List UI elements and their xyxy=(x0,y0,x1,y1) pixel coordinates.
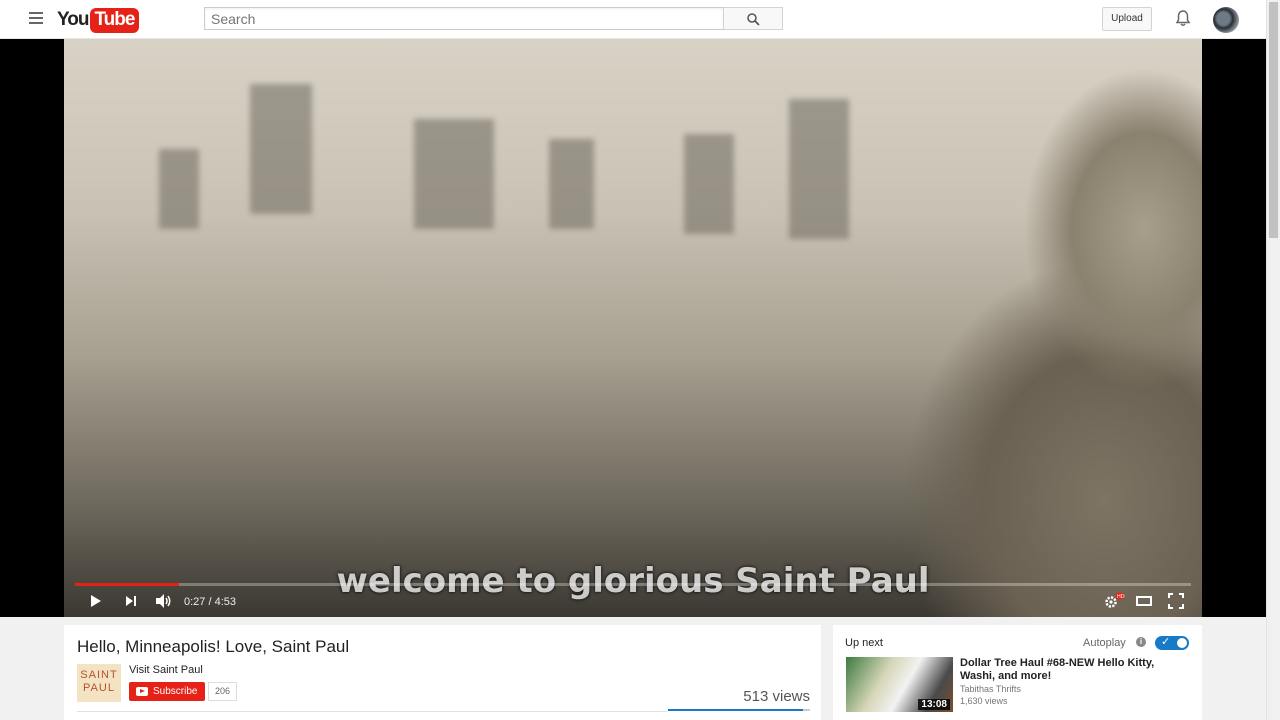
logo-tube: Tube xyxy=(90,7,140,33)
notifications-bell-icon[interactable] xyxy=(1175,10,1191,32)
upload-button[interactable]: Upload xyxy=(1102,7,1152,31)
video-subtitle: welcome to glorious Saint Paul xyxy=(336,561,930,601)
play-button[interactable] xyxy=(89,593,103,614)
video-duration: 13:08 xyxy=(918,699,950,710)
toggle-knob xyxy=(1176,637,1188,649)
up-next-label: Up next xyxy=(845,637,883,649)
channel-name-link[interactable]: Visit Saint Paul xyxy=(129,664,203,676)
autoplay-toggle[interactable]: ✓ xyxy=(1155,636,1189,650)
masthead: You Tube Upload xyxy=(0,0,1280,39)
volume-icon xyxy=(156,594,171,608)
skip-next-icon xyxy=(126,596,136,606)
video-info-panel: Hello, Minneapolis! Love, Saint Paul SAI… xyxy=(64,625,821,720)
video-player[interactable]: welcome to glorious Saint Paul 0:27 / 4:… xyxy=(0,39,1266,617)
play-icon xyxy=(91,595,101,607)
autoplay-label: Autoplay xyxy=(1083,637,1126,649)
fullscreen-icon xyxy=(1168,593,1184,609)
fullscreen-button[interactable] xyxy=(1168,593,1184,614)
watch-sidebar: Up next Autoplay i ✓ 13:08 Dollar Tree H… xyxy=(833,625,1202,720)
settings-button[interactable]: HD xyxy=(1103,593,1125,614)
theater-mode-button[interactable] xyxy=(1136,593,1152,614)
time-display: 0:27 / 4:53 xyxy=(184,596,236,608)
subscribe-label: Subscribe xyxy=(153,686,198,697)
page-scrollbar[interactable] xyxy=(1266,0,1280,720)
theater-mode-icon xyxy=(1136,596,1152,606)
channel-logo[interactable]: SAINT PAUL xyxy=(77,664,121,702)
scrollbar-thumb[interactable] xyxy=(1269,2,1278,238)
youtube-play-icon xyxy=(136,687,148,696)
volume-button[interactable] xyxy=(155,593,173,614)
divider xyxy=(77,711,667,712)
logo-you: You xyxy=(57,9,90,30)
gear-hd-icon: HD xyxy=(1105,593,1125,608)
svg-text:HD: HD xyxy=(1117,594,1125,600)
like-ratio-bar xyxy=(668,709,810,711)
next-button[interactable] xyxy=(124,593,138,614)
next-video-thumbnail[interactable]: 13:08 xyxy=(846,657,953,712)
subscriber-count: 206 xyxy=(208,682,238,701)
youtube-logo[interactable]: You Tube xyxy=(57,7,140,33)
next-video-title[interactable]: Dollar Tree Haul #68-NEW Hello Kitty, Wa… xyxy=(960,657,1180,683)
info-icon[interactable]: i xyxy=(1136,637,1146,647)
next-video-views: 1,630 views xyxy=(960,696,1008,706)
video-frame[interactable]: welcome to glorious Saint Paul xyxy=(64,39,1202,617)
menu-icon[interactable] xyxy=(29,12,43,24)
check-icon: ✓ xyxy=(1161,636,1171,648)
view-count: 513 views xyxy=(743,688,810,705)
video-title: Hello, Minneapolis! Love, Saint Paul xyxy=(77,637,350,656)
subscribe-button[interactable]: Subscribe xyxy=(129,682,206,701)
search-icon xyxy=(747,13,760,26)
search-input[interactable] xyxy=(204,7,724,30)
progress-bar[interactable] xyxy=(75,583,1191,586)
next-video-channel: Tabithas Thrifts xyxy=(960,684,1021,694)
search-button[interactable] xyxy=(723,7,783,30)
progress-fill xyxy=(75,583,179,586)
avatar[interactable] xyxy=(1213,7,1239,33)
